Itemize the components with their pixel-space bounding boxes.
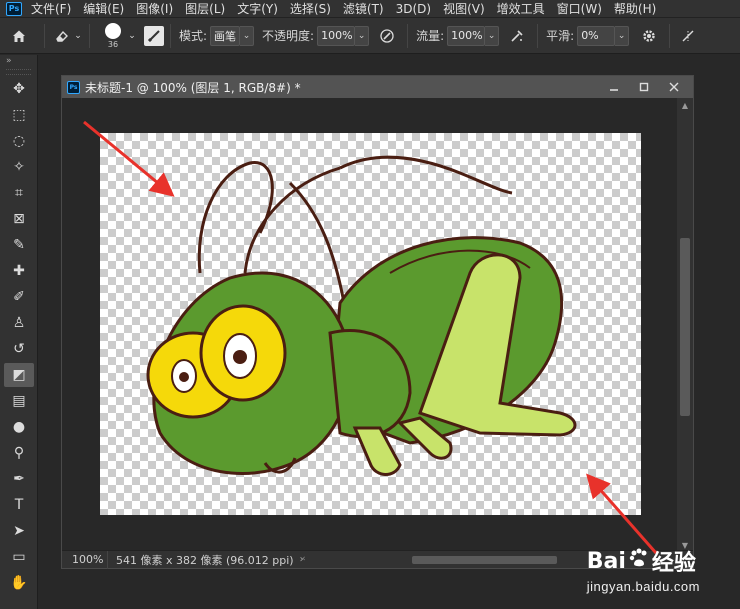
brush-chevron-icon[interactable]: ⌄ xyxy=(126,31,138,41)
minimize-icon[interactable] xyxy=(599,76,629,98)
menu-window[interactable]: 窗口(W) xyxy=(557,0,602,17)
document-tab[interactable]: Ps 未标题-1 @ 100% (图层 1, RGB/8#) * xyxy=(62,76,693,98)
tool-preset-chevron-icon[interactable]: ⌄ xyxy=(73,31,83,41)
pen-tool-icon[interactable]: ✒ xyxy=(4,467,34,491)
rectangle-tool-icon[interactable]: ▭ xyxy=(4,545,34,569)
pressure-opacity-icon[interactable] xyxy=(373,28,401,44)
menu-plugins[interactable]: 增效工具 xyxy=(497,0,545,17)
menu-layer[interactable]: 图层(L) xyxy=(185,0,225,17)
separator xyxy=(407,23,409,48)
collapse-panel-icon[interactable]: » xyxy=(0,55,37,67)
path-selection-tool-icon[interactable]: ➤ xyxy=(4,519,34,543)
eraser-tool-icon[interactable]: ◩ xyxy=(4,363,34,387)
brush-tip-icon xyxy=(105,22,121,39)
eyedropper-tool-icon[interactable]: ✎ xyxy=(4,233,34,257)
menu-3d[interactable]: 3D(D) xyxy=(396,2,431,16)
crop-tool-icon[interactable]: ⌗ xyxy=(4,181,34,205)
marquee-tool-icon[interactable]: ⬚ xyxy=(4,103,34,127)
menu-filter[interactable]: 滤镜(T) xyxy=(343,0,384,17)
eraser-icon[interactable] xyxy=(51,28,73,44)
menu-help[interactable]: 帮助(H) xyxy=(614,0,656,17)
gradient-tool-icon[interactable]: ▤ xyxy=(4,389,34,413)
mode-label: 模式: xyxy=(179,29,208,43)
smoothing-chevron-icon[interactable]: ⌄ xyxy=(615,25,630,46)
menu-select[interactable]: 选择(S) xyxy=(290,0,331,17)
separator xyxy=(669,23,671,48)
brush-preset-picker[interactable]: 36 xyxy=(100,21,126,51)
document-window: Ps 未标题-1 @ 100% (图层 1, RGB/8#) * ▲ ▼ 100… xyxy=(61,75,694,569)
watermark-url: jingyan.baidu.com xyxy=(586,579,700,594)
menu-image[interactable]: 图像(I) xyxy=(136,0,173,17)
mode-select[interactable]: 画笔 xyxy=(210,25,241,46)
symmetry-icon[interactable] xyxy=(676,28,700,44)
menu-bar: Ps 文件(F) 编辑(E) 图像(I) 图层(L) 文字(Y) 选择(S) 滤… xyxy=(0,0,740,18)
menu-type[interactable]: 文字(Y) xyxy=(237,0,278,17)
move-tool-icon[interactable]: ✥ xyxy=(4,77,34,101)
menu-view[interactable]: 视图(V) xyxy=(443,0,485,17)
brush-tool-icon[interactable]: ✐ xyxy=(4,285,34,309)
dodge-tool-icon[interactable]: ⚲ xyxy=(4,441,34,465)
close-icon[interactable] xyxy=(659,76,689,98)
blur-tool-icon[interactable]: ● xyxy=(4,415,34,439)
airbrush-icon[interactable] xyxy=(503,28,531,44)
smoothing-label: 平滑: xyxy=(546,29,575,43)
flow-input[interactable]: 100% xyxy=(447,25,486,46)
opacity-input[interactable]: 100% xyxy=(317,25,356,46)
options-bar: ⌄ 36 ⌄ 模式: 画笔 ⌄ 不透明度: 100% ⌄ 流量: 100% ⌄ … xyxy=(0,18,740,54)
document-ps-icon: Ps xyxy=(67,80,80,94)
menu-file[interactable]: 文件(F) xyxy=(31,0,71,17)
home-icon[interactable] xyxy=(0,28,38,44)
opacity-label: 不透明度: xyxy=(262,29,315,43)
zoom-level[interactable]: 100% xyxy=(62,550,108,569)
smoothing-input[interactable]: 0% xyxy=(577,25,616,46)
panel-grip[interactable] xyxy=(6,69,31,75)
document-info: 541 像素 x 382 像素 (96.012 ppi) xyxy=(116,553,294,567)
grasshopper-illustration xyxy=(146,155,577,476)
document-title: 未标题-1 @ 100% (图层 1, RGB/8#) * xyxy=(85,80,301,95)
vertical-scrollbar[interactable]: ▲ ▼ xyxy=(677,98,693,552)
lasso-tool-icon[interactable]: ◌ xyxy=(4,129,34,153)
flow-label: 流量: xyxy=(416,29,445,43)
tools-panel: » ✥ ⬚ ◌ ✧ ⌗ ⊠ ✎ ✚ ✐ ♙ ↺ ◩ ▤ ● ⚲ ✒ T ➤ ▭ ✋ xyxy=(0,55,38,609)
brush-settings-toggle[interactable] xyxy=(144,25,164,46)
watermark-logo-left: Bai xyxy=(586,548,626,574)
canvas-area[interactable] xyxy=(62,98,678,552)
clone-stamp-tool-icon[interactable]: ♙ xyxy=(4,311,34,335)
vertical-scroll-thumb[interactable] xyxy=(680,238,690,416)
magic-wand-tool-icon[interactable]: ✧ xyxy=(4,155,34,179)
separator xyxy=(89,23,90,48)
baidu-paw-icon xyxy=(628,547,650,575)
brush-size-label: 36 xyxy=(107,39,119,49)
flow-chevron-icon[interactable]: ⌄ xyxy=(485,25,500,46)
gear-icon[interactable] xyxy=(635,28,663,44)
type-tool-icon[interactable]: T xyxy=(4,493,34,517)
maximize-icon[interactable] xyxy=(629,76,659,98)
separator xyxy=(44,23,45,48)
mode-chevron-icon[interactable]: ⌄ xyxy=(240,25,255,46)
opacity-chevron-icon[interactable]: ⌄ xyxy=(355,25,370,46)
canvas-image[interactable] xyxy=(100,133,641,515)
scroll-up-icon[interactable]: ▲ xyxy=(677,98,693,112)
horizontal-scroll-thumb[interactable] xyxy=(412,556,557,564)
separator xyxy=(170,23,171,48)
separator xyxy=(537,23,539,48)
watermark-logo-right: 经验 xyxy=(651,551,696,576)
healing-brush-tool-icon[interactable]: ✚ xyxy=(4,259,34,283)
scroll-left-icon[interactable]: ‹ xyxy=(302,554,306,564)
frame-tool-icon[interactable]: ⊠ xyxy=(4,207,34,231)
history-brush-tool-icon[interactable]: ↺ xyxy=(4,337,34,361)
baidu-jingyan-watermark: Bai 经验 jingyan.baidu.com xyxy=(587,545,700,594)
menu-edit[interactable]: 编辑(E) xyxy=(83,0,124,17)
photoshop-logo-icon: Ps xyxy=(6,1,22,16)
hand-tool-icon[interactable]: ✋ xyxy=(4,571,34,595)
